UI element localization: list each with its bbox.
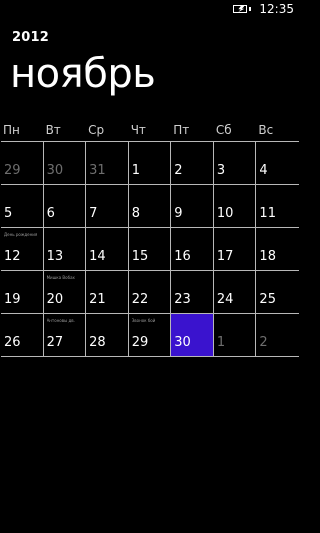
day-cell[interactable]: 30 xyxy=(43,142,87,185)
day-number: 1 xyxy=(216,335,226,350)
day-number: 19 xyxy=(4,292,21,307)
day-number: 25 xyxy=(259,292,276,307)
day-number: 7 xyxy=(89,206,98,221)
event-preview: Звонок бой xyxy=(131,318,156,323)
day-number: 23 xyxy=(174,292,191,307)
event-preview: Мишка Вобах xyxy=(46,275,75,280)
weekday-label: Пт xyxy=(173,123,190,137)
day-number: 20 xyxy=(46,292,64,307)
day-number: 15 xyxy=(131,249,149,264)
day-number: 31 xyxy=(89,163,106,178)
day-number: 30 xyxy=(174,335,191,350)
day-number: 29 xyxy=(4,163,21,178)
day-cell[interactable]: 6 xyxy=(43,185,87,228)
day-number: 12 xyxy=(4,249,21,264)
day-cell[interactable]: 10 xyxy=(213,185,257,228)
day-cell[interactable]: 2 xyxy=(256,314,299,357)
day-cell[interactable]: 18 xyxy=(256,228,299,271)
status-bar: 12:35 xyxy=(231,0,294,18)
day-number: 5 xyxy=(4,206,13,221)
day-number: 26 xyxy=(4,335,21,350)
clock-time: 12:35 xyxy=(259,2,294,16)
day-number: 14 xyxy=(89,249,106,264)
day-number: 27 xyxy=(46,335,64,350)
day-cell[interactable]: 31 xyxy=(86,142,129,185)
day-number: 1 xyxy=(131,163,140,178)
day-cell[interactable]: 17 xyxy=(213,228,257,271)
day-number: 28 xyxy=(89,335,106,350)
weekday-label: Чт xyxy=(130,123,146,137)
day-cell[interactable]: 25 xyxy=(256,271,299,314)
year-label[interactable]: 2012 xyxy=(12,30,49,45)
day-cell[interactable]: 4 xyxy=(256,142,299,185)
day-number: 13 xyxy=(46,249,64,264)
day-number: 24 xyxy=(216,292,234,307)
day-number: 2 xyxy=(259,335,268,350)
day-cell[interactable]: 14 xyxy=(86,228,129,271)
day-cell[interactable]: 23 xyxy=(171,271,214,314)
day-cell-today[interactable]: 30 xyxy=(171,314,214,357)
day-cell[interactable]: День рождения 12 xyxy=(1,228,44,271)
day-cell[interactable]: Звонок бой 29 xyxy=(128,314,172,357)
day-number: 2 xyxy=(174,163,183,178)
event-preview: Антоновы дв. xyxy=(46,318,75,323)
day-number: 3 xyxy=(216,163,226,178)
day-cell[interactable]: 5 xyxy=(1,185,44,228)
day-number: 9 xyxy=(174,206,183,221)
day-cell[interactable]: 8 xyxy=(128,185,172,228)
day-number: 8 xyxy=(131,206,140,221)
day-cell[interactable]: 15 xyxy=(128,228,172,271)
day-cell[interactable]: 24 xyxy=(213,271,257,314)
battery-charging-icon xyxy=(231,4,252,14)
day-cell[interactable]: 29 xyxy=(1,142,44,185)
day-number: 17 xyxy=(216,249,234,264)
day-cell[interactable]: 2 xyxy=(171,142,214,185)
weekday-label: Пн xyxy=(3,123,20,137)
day-cell[interactable]: 3 xyxy=(213,142,257,185)
day-number: 29 xyxy=(131,335,149,350)
day-number: 4 xyxy=(259,163,268,178)
month-title[interactable]: ноябрь xyxy=(10,48,156,100)
day-cell[interactable]: 9 xyxy=(171,185,214,228)
day-number: 6 xyxy=(46,206,55,221)
weekday-label: Ср xyxy=(88,123,105,137)
day-cell[interactable]: 11 xyxy=(256,185,299,228)
day-cell[interactable]: 22 xyxy=(128,271,172,314)
day-cell[interactable]: 13 xyxy=(43,228,87,271)
day-cell[interactable]: 19 xyxy=(1,271,44,314)
weekday-header: Пн Вт Ср Чт Пт Сб Вс xyxy=(1,123,299,137)
day-number: 18 xyxy=(259,249,276,264)
day-cell[interactable]: 28 xyxy=(86,314,129,357)
day-number: 11 xyxy=(259,206,276,221)
day-cell[interactable]: 1 xyxy=(213,314,257,357)
weekday-label: Вт xyxy=(45,123,61,137)
day-number: 21 xyxy=(89,292,106,307)
weekday-label: Сб xyxy=(215,123,232,137)
day-number: 22 xyxy=(131,292,149,307)
day-number: 16 xyxy=(174,249,191,264)
day-number: 10 xyxy=(216,206,234,221)
day-cell[interactable]: Антоновы дв. 27 xyxy=(43,314,87,357)
day-cell[interactable]: 21 xyxy=(86,271,129,314)
day-cell[interactable]: Мишка Вобах 20 xyxy=(43,271,87,314)
event-preview: День рождения xyxy=(4,232,38,237)
day-number: 30 xyxy=(46,163,64,178)
calendar-month-grid: 29 30 31 1 2 3 4 5 6 7 8 9 10 11 День рождения 12 13 14 15… xyxy=(1,141,299,357)
weekday-label: Вс xyxy=(258,123,274,137)
day-cell[interactable]: 1 xyxy=(128,142,172,185)
day-cell[interactable]: 7 xyxy=(86,185,129,228)
day-cell[interactable]: 26 xyxy=(1,314,44,357)
day-cell[interactable]: 16 xyxy=(171,228,214,271)
